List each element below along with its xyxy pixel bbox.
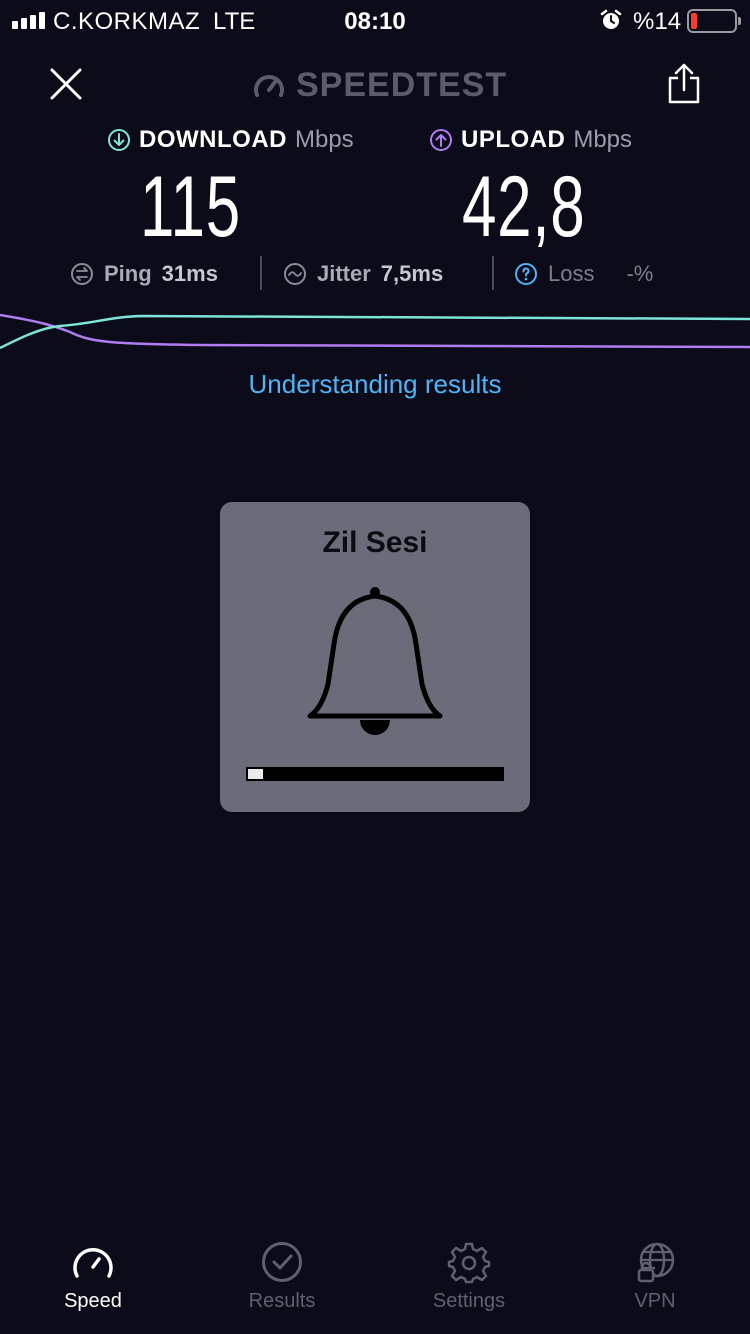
tab-vpn[interactable]: VPN [562, 1240, 748, 1313]
ping-value: 31ms [161, 261, 218, 286]
ringer-volume-level [248, 769, 263, 779]
stats-divider [492, 256, 494, 290]
alarm-icon [600, 9, 622, 29]
download-title: DOWNLOAD [139, 126, 287, 153]
speedtest-logo: SPEEDTEST [252, 66, 507, 105]
jitter-label: Jitter [317, 261, 371, 286]
check-circle-icon [262, 1242, 302, 1282]
download-arrow-icon [108, 129, 130, 151]
ping-label: Ping [104, 261, 152, 286]
tab-bar: Speed Results Settings VPN [0, 1240, 750, 1334]
globe-lock-icon [637, 1242, 675, 1283]
upload-label: UPLOAD Mbps [429, 126, 632, 154]
speedometer-icon [73, 1248, 113, 1278]
gear-icon [447, 1242, 491, 1284]
download-label: DOWNLOAD Mbps [107, 126, 354, 154]
download-unit: Mbps [294, 126, 354, 153]
status-bar: C.KORKMAZ LTE 08:10 %14 [0, 0, 750, 40]
ping-stat[interactable]: Ping 31ms [70, 256, 218, 292]
ringer-volume-hud: Zil Sesi [220, 502, 530, 812]
jitter-icon [284, 263, 306, 285]
brand-name: SPEEDTEST [296, 66, 508, 104]
download-speed-value: 115 [140, 159, 241, 255]
share-button[interactable] [666, 62, 702, 106]
tab-results[interactable]: Results [189, 1240, 375, 1313]
stats-divider [260, 256, 262, 290]
speedometer-icon [254, 74, 284, 97]
tab-label: VPN [634, 1290, 676, 1312]
loss-label: Loss [548, 261, 595, 286]
close-icon [50, 68, 82, 100]
share-icon [668, 63, 700, 104]
ringer-volume-bar [246, 767, 504, 781]
battery-icon [687, 9, 741, 33]
close-button[interactable] [46, 64, 86, 104]
speed-graph [0, 313, 750, 350]
upload-title: UPLOAD [461, 126, 566, 153]
tab-label: Speed [64, 1290, 122, 1312]
upload-speed-value: 42,8 [462, 159, 586, 255]
understanding-results-link[interactable]: Understanding results [0, 369, 750, 400]
bell-icon [307, 587, 443, 735]
help-icon [515, 263, 537, 285]
loss-stat[interactable]: Loss -% [514, 256, 653, 292]
jitter-value: 7,5ms [380, 261, 444, 286]
battery-percent: %14 [633, 8, 682, 35]
tab-settings[interactable]: Settings [376, 1240, 562, 1313]
ringer-title: Zil Sesi [322, 526, 428, 559]
stats-row: Ping 31ms Jitter 7,5ms Loss -% [0, 256, 750, 296]
tab-speed[interactable]: Speed [0, 1240, 186, 1313]
loss-value: -% [626, 261, 654, 286]
upload-arrow-icon [430, 129, 452, 151]
upload-unit: Mbps [573, 126, 633, 153]
tab-label: Results [248, 1290, 316, 1312]
tab-label: Settings [432, 1290, 506, 1312]
jitter-stat[interactable]: Jitter 7,5ms [283, 256, 443, 292]
ping-icon [71, 263, 93, 285]
